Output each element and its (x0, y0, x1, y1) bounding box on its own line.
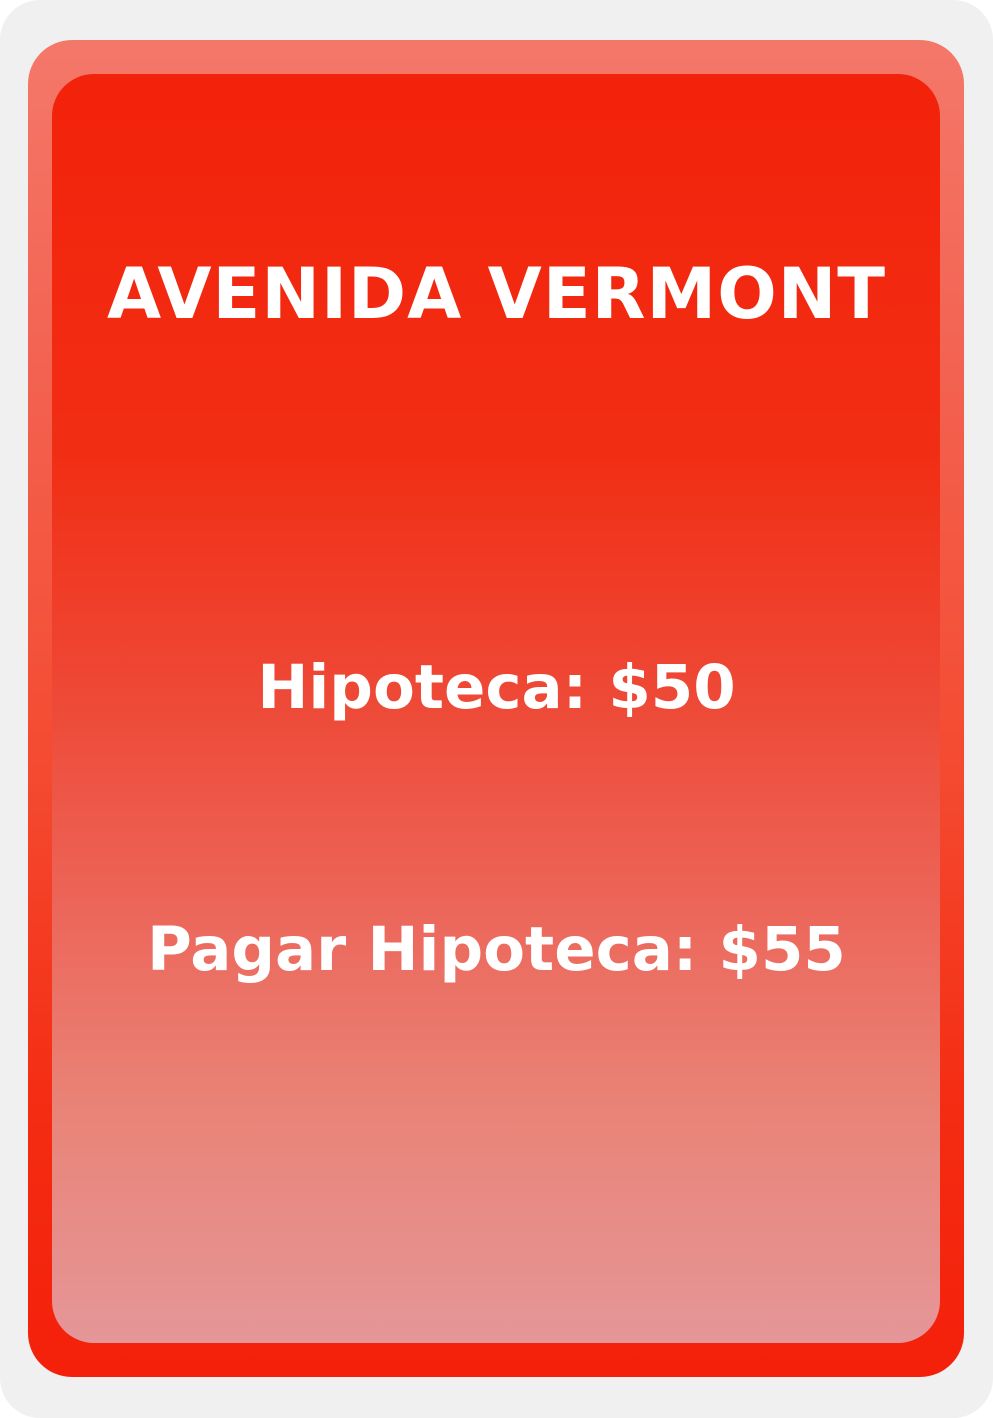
property-title: AVENIDA VERMONT (106, 253, 887, 335)
property-card-page: AVENIDA VERMONT Hipoteca: $50 Pagar Hipo… (0, 0, 993, 1418)
unmortgage-cost: Pagar Hipoteca: $55 (147, 914, 846, 985)
mortgage-value: Hipoteca: $50 (257, 652, 736, 723)
